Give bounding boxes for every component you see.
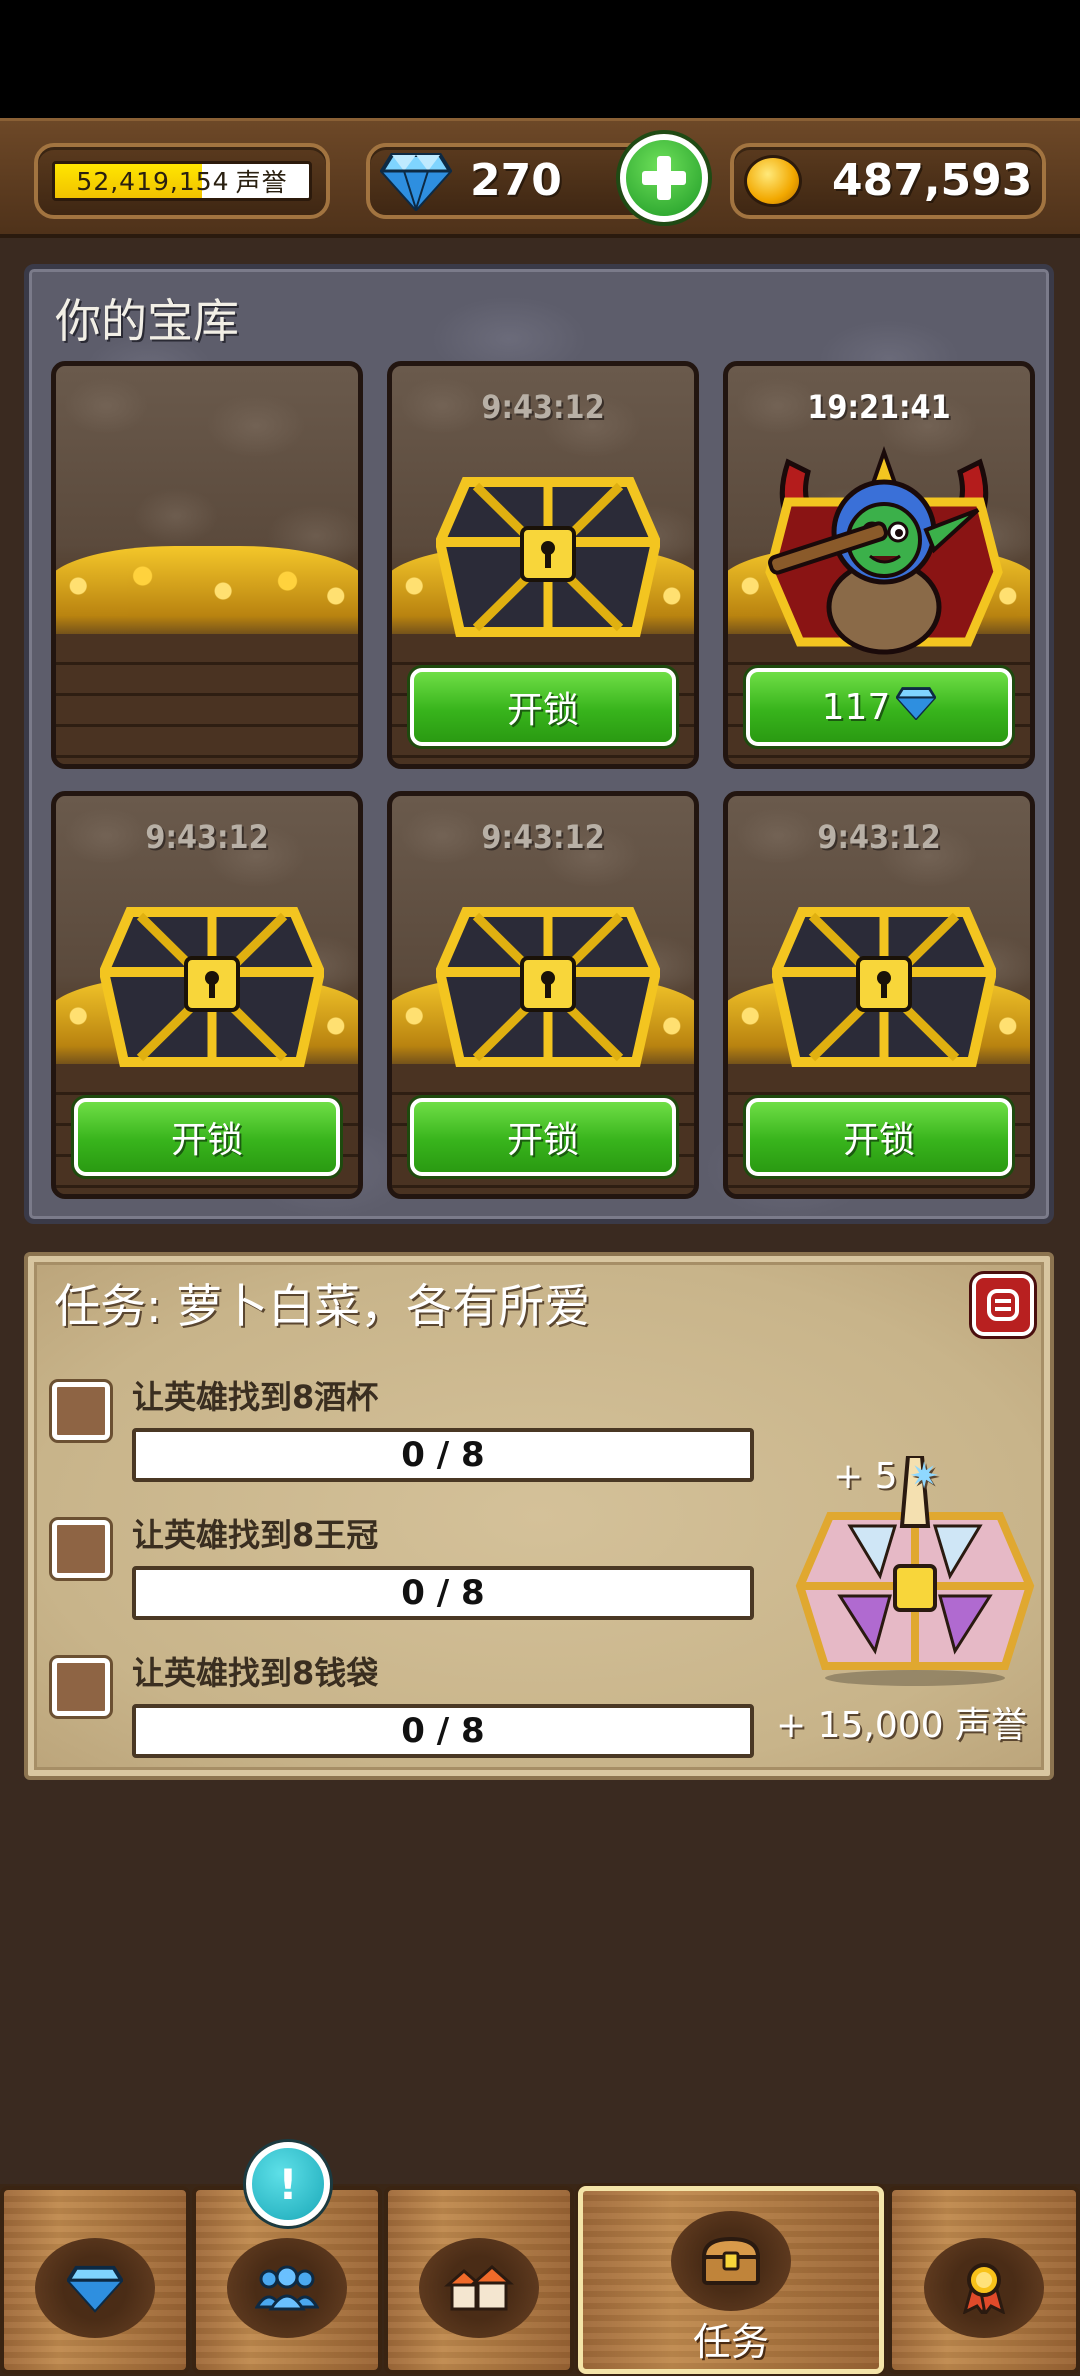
reputation-unit: 声誉 [235, 168, 288, 197]
treasure-chest-icon [434, 892, 662, 1076]
diamond-icon [379, 151, 453, 215]
quest-task: 让英雄找到8王冠 0 / 8 [52, 1500, 792, 1620]
coin-panel[interactable]: 487,593 [730, 143, 1046, 219]
chest-timer: 19:21:41 [807, 388, 951, 426]
task-checkbox[interactable] [52, 1658, 110, 1716]
task-label: 让英雄找到8王冠 [132, 1516, 379, 1554]
treasure-chest-icon [98, 892, 326, 1076]
vault-slot-chest[interactable]: 9:43:12 开锁 [51, 791, 363, 1199]
quest-chest-icon [671, 2211, 791, 2311]
reputation-progress-bar: 52,419,154 声誉 [52, 161, 312, 201]
gold-pile-image [56, 546, 358, 646]
task-progress: 0 / 8 [132, 1704, 754, 1758]
swap-icon [987, 1289, 1019, 1321]
vault-slot-chest[interactable]: 9:43:12 开锁 [387, 361, 699, 769]
town-icon [419, 2238, 539, 2338]
quest-title: 任务: 萝卜白菜，各有所爱 [54, 1279, 591, 1333]
gem-shop-icon [35, 2238, 155, 2338]
gem-count: 270 [470, 155, 562, 206]
vault-slot-chest[interactable]: 9:43:12 开锁 [723, 791, 1035, 1199]
quest-task: 让英雄找到8钱袋 0 / 8 [52, 1638, 792, 1758]
unlock-button-label: 开锁 [842, 1120, 915, 1161]
vault-slot-chest[interactable]: 9:43:12 开锁 [387, 791, 699, 1199]
treasure-chest-icon [770, 892, 998, 1076]
unlock-button[interactable]: 开锁 [410, 1098, 676, 1176]
treasure-chest-icon [434, 462, 662, 646]
chest-timer: 9:43:12 [817, 818, 941, 856]
task-checkbox[interactable] [52, 1382, 110, 1440]
task-progress: 0 / 8 [132, 1428, 754, 1482]
gem-unlock-button[interactable]: 117 [746, 668, 1012, 746]
quest-task: 让英雄找到8酒杯 0 / 8 [52, 1362, 792, 1482]
unlock-button-label: 开锁 [506, 690, 579, 731]
task-label: 让英雄找到8酒杯 [132, 1378, 379, 1416]
reputation-value: 52,419,154 [76, 166, 230, 196]
unlock-button[interactable]: 开锁 [74, 1098, 340, 1176]
task-progress: 0 / 8 [132, 1566, 754, 1620]
resource-bar: 52,419,154 声誉 270 487,593 [0, 118, 1080, 238]
add-gems-button[interactable] [620, 134, 708, 222]
tab-quests-label: 任务 [692, 2320, 769, 2364]
diamond-icon [895, 686, 937, 729]
unlock-button[interactable]: 开锁 [746, 1098, 1012, 1176]
gold-coin-icon [744, 155, 802, 207]
reward-gem-amount: + 5 [833, 1456, 898, 1497]
reward-reputation: + 15,000 声誉 [776, 1705, 1028, 1746]
task-label: 让英雄找到8钱袋 [132, 1654, 379, 1692]
achievement-medal-icon [924, 2238, 1044, 2338]
reward-gems: + 5 ✷ [833, 1456, 939, 1497]
bottom-nav: 任务 [0, 2184, 1080, 2376]
tab-town[interactable] [384, 2186, 574, 2374]
unlock-button-label: 开锁 [170, 1120, 243, 1161]
wood-floor-image [56, 634, 358, 764]
tab-gem-shop[interactable] [0, 2186, 190, 2374]
quest-panel: 任务: 萝卜白菜，各有所爱 让英雄找到8酒杯 0 / 8 让英雄找到8王冠 0 … [24, 1252, 1054, 1780]
heroes-alert-badge[interactable]: ! [246, 2142, 330, 2226]
chest-timer: 9:43:12 [145, 818, 269, 856]
heroes-icon [227, 2238, 347, 2338]
unlock-button-label: 开锁 [506, 1120, 579, 1161]
chest-timer: 9:43:12 [481, 818, 605, 856]
sparkle-gem-icon: ✷ [908, 1456, 940, 1497]
status-bar-area [0, 0, 1080, 118]
goblin-chest-icon [748, 422, 1020, 662]
task-checkbox[interactable] [52, 1520, 110, 1578]
reputation-panel[interactable]: 52,419,154 声誉 [34, 143, 330, 219]
vault-slot-empty[interactable] [51, 361, 363, 769]
refresh-quest-button[interactable] [972, 1274, 1034, 1336]
chest-timer: 9:43:12 [481, 388, 605, 426]
tab-quests[interactable]: 任务 [578, 2186, 884, 2374]
coin-count: 487,593 [832, 155, 1033, 206]
vault-title: 你的宝库 [55, 294, 239, 348]
vault-panel: 你的宝库 9:43:12 开锁 19:21:41 117 9:43:12 开锁 … [24, 264, 1054, 1224]
gem-unlock-cost: 117 [821, 686, 891, 728]
vault-slot-goblin[interactable]: 19:21:41 117 [723, 361, 1035, 769]
plus-icon [642, 156, 686, 200]
tab-achievements[interactable] [888, 2186, 1080, 2374]
unlock-button[interactable]: 开锁 [410, 668, 676, 746]
